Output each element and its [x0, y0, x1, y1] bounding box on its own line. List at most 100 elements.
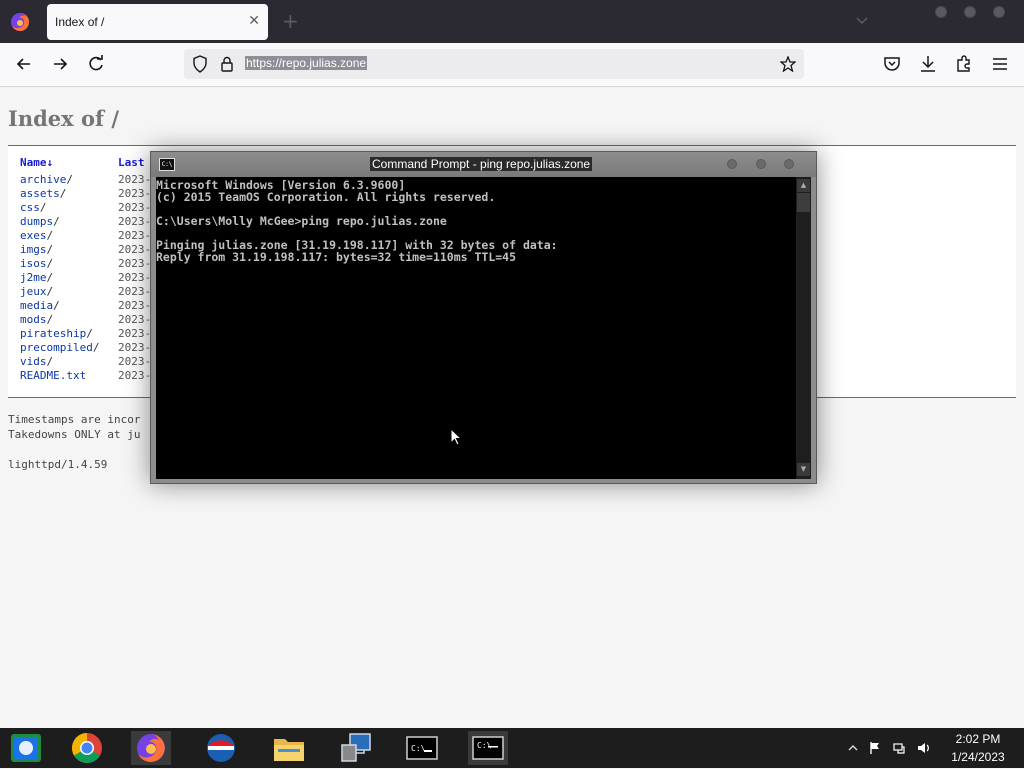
file-name[interactable]: exes	[20, 229, 47, 242]
file-date: 2023-	[118, 187, 152, 200]
file-name[interactable]: jeux	[20, 285, 47, 298]
url-text[interactable]: https://repo.julias.zone	[245, 56, 368, 70]
dir-suffix: /	[92, 341, 100, 354]
file-date: 2023-	[118, 285, 152, 298]
network-setup-icon	[341, 733, 371, 762]
file-link[interactable]: media/	[20, 299, 60, 313]
cmd-icon[interactable]: C:\	[159, 158, 175, 171]
navigation-toolbar: https://repo.julias.zone	[0, 43, 1024, 87]
clock-date[interactable]: 1/24/2023	[940, 750, 1016, 764]
file-link[interactable]: dumps/	[20, 215, 60, 229]
file-link[interactable]: mods/	[20, 313, 53, 327]
taskbar-app[interactable]	[67, 731, 107, 765]
tab-title: Index of /	[55, 15, 105, 29]
file-link[interactable]: isos/	[20, 257, 53, 271]
taskbar-app-active[interactable]: C:\	[468, 731, 508, 765]
minimize-window-button[interactable]	[935, 6, 947, 18]
cmd-active-icon: C:\	[472, 736, 504, 760]
file-name[interactable]: archive	[20, 173, 66, 186]
file-link[interactable]: jeux/	[20, 285, 53, 299]
tab-index[interactable]: Index of / ✕	[47, 4, 268, 40]
maximize-button[interactable]	[756, 159, 766, 169]
pocket-icon[interactable]	[882, 54, 902, 74]
file-link[interactable]: imgs/	[20, 243, 53, 257]
clock-time[interactable]: 2:02 PM	[946, 732, 1010, 746]
minimize-button[interactable]	[727, 159, 737, 169]
vertical-scrollbar[interactable]: ▲ ▼	[796, 177, 811, 479]
action-center-flag-icon[interactable]	[868, 741, 882, 755]
reload-icon[interactable]	[86, 54, 106, 74]
taskbar-app[interactable]	[336, 731, 376, 765]
file-date: 2023-	[118, 173, 152, 186]
bookmark-star-icon[interactable]	[780, 56, 796, 72]
scroll-down-arrow-icon[interactable]: ▼	[797, 463, 810, 476]
column-header-last-modified[interactable]: Last	[118, 156, 145, 169]
new-tab-button[interactable]: +	[282, 9, 299, 33]
file-name[interactable]: imgs	[20, 243, 47, 256]
opera-icon	[207, 734, 235, 762]
file-link[interactable]: exes/	[20, 229, 53, 243]
hamburger-menu-icon[interactable]	[990, 54, 1010, 74]
dir-suffix: /	[46, 271, 54, 284]
file-name[interactable]: assets	[20, 187, 60, 200]
taskbar-app[interactable]	[201, 731, 241, 765]
volume-icon[interactable]	[917, 741, 931, 755]
taskbar: C:\ C:\ 2:02 PM 1/24/2023	[0, 728, 1024, 768]
file-name[interactable]: isos	[20, 257, 47, 270]
dir-suffix: /	[46, 355, 54, 368]
file-name[interactable]: precompiled	[20, 341, 93, 354]
file-name[interactable]: j2me	[20, 271, 47, 284]
taskbar-app[interactable]: C:\	[402, 731, 442, 765]
window-title: Command Prompt - ping repo.julias.zone	[370, 157, 593, 171]
svg-text:C:\: C:\	[477, 741, 492, 750]
command-prompt-window[interactable]: C:\ Command Prompt - ping repo.julias.zo…	[150, 151, 817, 484]
console-line: C:\Users\Molly McGee>ping repo.julias.zo…	[156, 214, 447, 228]
dir-suffix: /	[59, 187, 67, 200]
file-link[interactable]: vids/	[20, 355, 53, 369]
close-button[interactable]	[784, 159, 794, 169]
file-link[interactable]: j2me/	[20, 271, 53, 285]
file-name[interactable]: media	[20, 299, 53, 312]
maximize-window-button[interactable]	[964, 6, 976, 18]
console-output[interactable]: Microsoft Windows [Version 6.3.9600] (c) …	[156, 177, 796, 479]
file-name[interactable]: dumps	[20, 215, 53, 228]
footer-line: Takedowns ONLY at ju	[8, 428, 141, 441]
lock-icon[interactable]	[220, 56, 234, 72]
file-name[interactable]: vids	[20, 355, 47, 368]
file-name[interactable]: README.txt	[20, 369, 86, 382]
network-icon[interactable]	[893, 741, 907, 755]
dir-suffix: /	[46, 243, 54, 256]
file-link[interactable]: archive/	[20, 173, 73, 187]
extensions-icon[interactable]	[954, 54, 974, 74]
scroll-up-arrow-icon[interactable]: ▲	[797, 179, 810, 192]
column-header-name[interactable]: Name↓	[20, 156, 53, 169]
taskbar-app[interactable]	[269, 731, 309, 765]
svg-text:C:\: C:\	[411, 744, 426, 753]
scrollbar-thumb[interactable]	[797, 193, 810, 212]
dir-suffix: /	[53, 215, 60, 228]
file-link[interactable]: pirateship/	[20, 327, 93, 341]
file-link[interactable]: README.txt	[20, 369, 86, 383]
taskbar-app[interactable]	[131, 731, 171, 765]
window-titlebar[interactable]: C:\ Command Prompt - ping repo.julias.zo…	[151, 152, 816, 177]
url-bar[interactable]: https://repo.julias.zone	[184, 49, 804, 79]
dir-suffix: /	[39, 201, 47, 214]
forward-arrow-icon[interactable]	[50, 54, 70, 74]
file-link[interactable]: assets/	[20, 187, 66, 201]
downloads-icon[interactable]	[918, 54, 938, 74]
close-window-button[interactable]	[993, 6, 1005, 18]
taskbar-app[interactable]	[6, 731, 46, 765]
chevron-down-icon[interactable]	[854, 12, 870, 28]
file-name[interactable]: pirateship	[20, 327, 86, 340]
page-title: Index of /	[8, 106, 119, 131]
close-tab-icon[interactable]: ✕	[248, 13, 260, 29]
show-hidden-icons-icon[interactable]	[846, 741, 860, 755]
back-arrow-icon[interactable]	[14, 54, 34, 74]
file-link[interactable]: css/	[20, 201, 47, 215]
file-name[interactable]: mods	[20, 313, 47, 326]
file-date: 2023-	[118, 271, 152, 284]
file-name[interactable]: css	[20, 201, 40, 214]
file-link[interactable]: precompiled/	[20, 341, 99, 355]
console-line: Reply from 31.19.198.117: bytes=32 time=…	[156, 250, 517, 264]
tracking-shield-icon[interactable]	[192, 55, 208, 73]
